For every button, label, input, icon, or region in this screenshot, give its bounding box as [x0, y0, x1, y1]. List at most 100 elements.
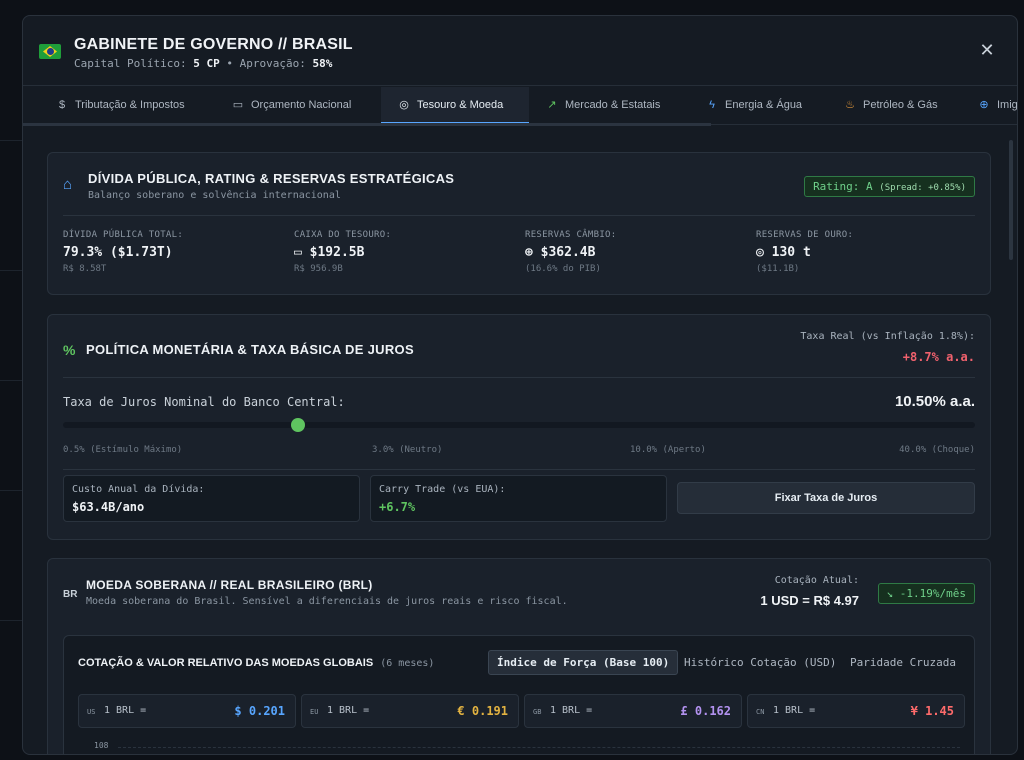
slider-tick-label: 3.0% (Neutro) — [372, 445, 443, 455]
tab-label: Petróleo & Gás — [863, 99, 938, 111]
globe-icon: ⊕ — [979, 99, 989, 111]
real-rate-label: Taxa Real (vs Inflação 1.8%): — [800, 331, 975, 342]
interest-rate-slider-handle[interactable] — [291, 418, 306, 432]
interest-rate-slider[interactable] — [63, 422, 975, 428]
stat-label: CAIXA DO TESOURO: — [294, 230, 392, 240]
modal-title: GABINETE DE GOVERNO // BRASIL — [74, 36, 353, 53]
backdrop-line — [0, 270, 22, 271]
tab-petroleo[interactable]: ♨ Petróleo & Gás — [827, 87, 952, 124]
government-cabinet-modal: GABINETE DE GOVERNO // BRASIL Capital Po… — [22, 15, 1018, 755]
divider — [63, 377, 975, 378]
stat-value-text: $192.5B — [309, 245, 365, 260]
lightning-icon: ϟ — [709, 99, 715, 111]
stat-foot: (16.6% do PIB) — [525, 264, 601, 274]
trend-down-icon: ↘ — [886, 587, 894, 600]
nominal-rate-value: 10.50% a.a. — [894, 393, 975, 410]
trend-badge: ↘ -1.19%/mês — [877, 583, 975, 604]
segment-strength-index[interactable]: Índice de Força (Base 100) — [488, 650, 679, 675]
set-interest-rate-button[interactable]: Fixar Taxa de Juros — [677, 482, 975, 514]
divider — [63, 469, 975, 470]
tab-imigracao[interactable]: ⊕ Imig — [961, 87, 1017, 124]
wallet-icon: ▭ — [294, 245, 302, 260]
rate-label: 1 BRL = — [550, 705, 593, 716]
carry-trade-label: Carry Trade (vs EUA): — [379, 484, 506, 495]
rate-label: 1 BRL = — [104, 705, 147, 716]
monetary-card-title: POLÍTICA MONETÁRIA & TAXA BÁSICA DE JURO… — [86, 342, 414, 357]
rate-value: £ 0.162 — [680, 704, 731, 718]
tab-label: Imig — [997, 99, 1017, 111]
tab-orcamento[interactable]: ▭ Orçamento Nacional — [215, 87, 365, 124]
tab-label: Energia & Água — [725, 99, 803, 111]
modal-header: GABINETE DE GOVERNO // BRASIL Capital Po… — [23, 16, 1017, 86]
panel-period: (6 meses) — [380, 658, 435, 669]
stat-foot: R$ 956.9B — [294, 264, 343, 274]
chart-gridline — [118, 747, 960, 748]
divider — [63, 215, 975, 216]
trend-value: -1.19%/mês — [899, 587, 966, 600]
stat-value-text: 130 t — [771, 245, 811, 260]
panel-title-text: COTAÇÃO & VALOR RELATIVO DAS MOEDAS GLOB… — [78, 657, 374, 669]
content-scrollbar[interactable] — [1009, 140, 1013, 260]
document-dollar-icon: $ — [58, 99, 66, 111]
tab-mercado[interactable]: ↗ Mercado & Estatais — [529, 87, 674, 124]
currency-card-title: MOEDA SOBERANA // REAL BRASILEIRO (BRL) — [86, 578, 373, 592]
monetary-policy-card: % POLÍTICA MONETÁRIA & TAXA BÁSICA DE JU… — [47, 314, 991, 540]
political-capital-label: Capital Político: — [74, 57, 187, 70]
political-capital-value: 5 CP — [193, 57, 220, 70]
backdrop-line — [0, 490, 22, 491]
tab-bar: $ Tributação & Impostos ▭ Orçamento Nacion… — [23, 87, 1017, 125]
rating-value: Rating: A — [813, 180, 873, 193]
rate-value: € 0.191 — [457, 704, 508, 718]
globe-icon: ⊕ — [525, 245, 533, 260]
rate-code: EU — [310, 708, 319, 716]
rate-value: $ 0.201 — [234, 704, 285, 718]
tab-content: ⌂ DÍVIDA PÚBLICA, RATING & RESERVAS ESTR… — [23, 126, 1017, 754]
rating-spread: (Spread: +0.85%) — [879, 183, 966, 193]
tab-label: Mercado & Estatais — [565, 99, 661, 111]
stat-label: RESERVAS DE OURO: — [756, 230, 854, 240]
close-icon[interactable]: ✕ — [977, 40, 997, 60]
quote-label: Cotação Atual: — [774, 575, 859, 586]
currency-card: BR MOEDA SOBERANA // REAL BRASILEIRO (BR… — [47, 558, 991, 754]
debt-card-subtitle: Balanço soberano e solvência internacion… — [88, 190, 341, 201]
slider-tick-label: 10.0% (Aperto) — [630, 445, 706, 455]
coins-icon: ◎ — [756, 245, 764, 260]
rate-code: GB — [533, 708, 542, 716]
chart-y-tick: 108 — [94, 741, 109, 750]
tab-tesouro[interactable]: ◎ Tesouro & Moeda — [381, 87, 529, 124]
backdrop-line — [0, 380, 22, 381]
stat-foot: ($11.1B) — [756, 264, 800, 274]
rating-badge: Rating: A (Spread: +0.85%) — [804, 176, 975, 197]
percent-icon: % — [63, 342, 76, 358]
rate-card-usd: US 1 BRL = $ 0.201 — [78, 694, 296, 728]
rate-label: 1 BRL = — [773, 705, 816, 716]
quote-value: 1 USD = R$ 4.97 — [760, 593, 859, 608]
tab-tributacao[interactable]: $ Tributação & Impostos — [39, 87, 199, 124]
rate-card-cny: CN 1 BRL = ¥ 1.45 — [747, 694, 965, 728]
backdrop-line — [0, 620, 22, 621]
stat-value-treasury: ▭ $192.5B — [294, 245, 364, 260]
currency-code: BR — [63, 589, 78, 600]
tab-label: Tesouro & Moeda — [417, 99, 504, 111]
modal-subtitle: Capital Político: 5 CP • Aprovação: 58% — [74, 57, 332, 70]
wallet-icon: ▭ — [232, 99, 244, 111]
tab-label: Tributação & Impostos — [75, 99, 185, 111]
rate-card-eur: EU 1 BRL = € 0.191 — [301, 694, 519, 728]
rate-code: US — [87, 708, 96, 716]
stat-label: RESERVAS CÂMBIO: — [525, 230, 617, 240]
brazil-flag-icon — [39, 44, 61, 59]
currency-chart-panel: COTAÇÃO & VALOR RELATIVO DAS MOEDAS GLOB… — [63, 635, 975, 754]
rate-value: ¥ 1.45 — [910, 704, 954, 718]
debt-cost-box: Custo Anual da Dívida: $63.4B/ano — [63, 475, 360, 522]
segment-quote-history[interactable]: Histórico Cotação (USD) — [676, 651, 844, 674]
bank-icon: ⌂ — [63, 176, 73, 193]
debt-cost-label: Custo Anual da Dívida: — [72, 484, 205, 495]
carry-trade-value: +6.7% — [379, 500, 416, 514]
stat-value-text: $362.4B — [540, 245, 596, 260]
stat-value-total-debt: 79.3% ($1.73T) — [63, 245, 173, 260]
tab-energia[interactable]: ϟ Energia & Água — [689, 87, 816, 124]
segment-cross-parity[interactable]: Paridade Cruzada — [842, 651, 964, 674]
stat-value-fx-reserves: ⊕ $362.4B — [525, 245, 595, 260]
rate-label: 1 BRL = — [327, 705, 370, 716]
tab-label: Orçamento Nacional — [251, 99, 352, 111]
